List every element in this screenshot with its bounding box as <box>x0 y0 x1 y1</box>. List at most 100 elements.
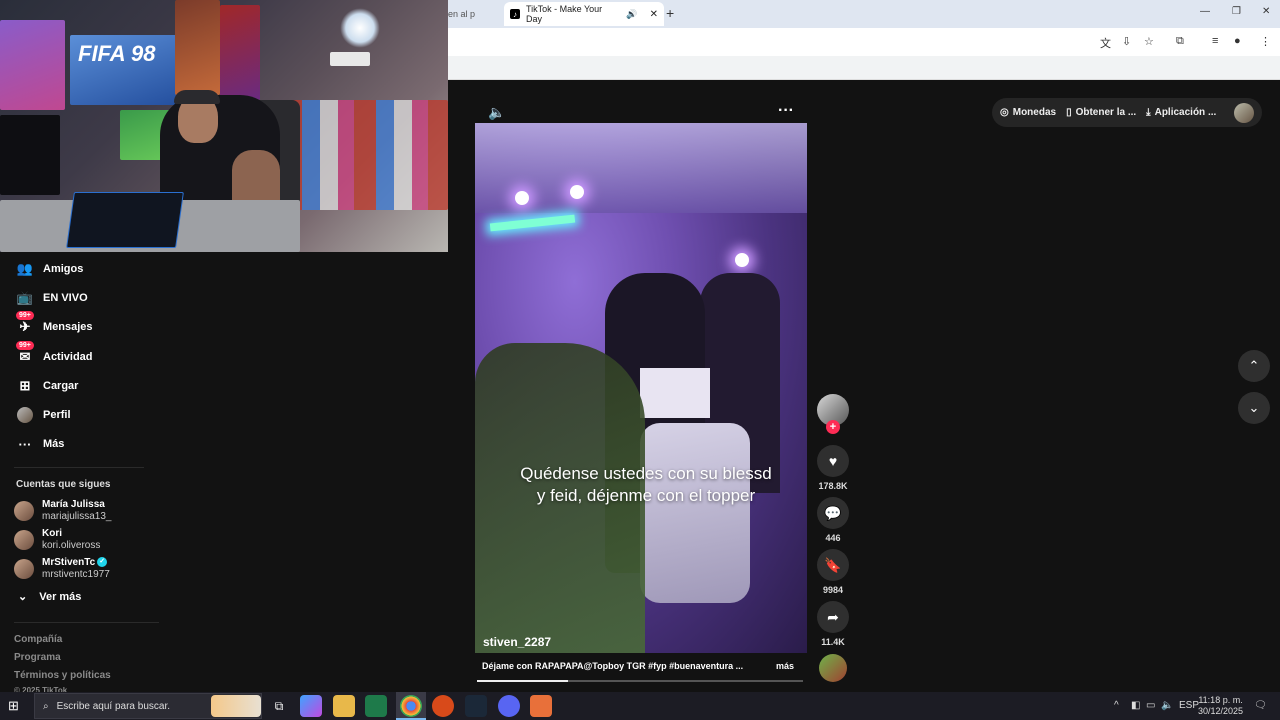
following-account[interactable]: María Julissa mariajulissa13_ <box>14 499 111 522</box>
chevron-down-icon: ⌄ <box>1248 400 1260 415</box>
comment-button[interactable]: 💬 <box>817 497 849 529</box>
tab-tiktok[interactable]: ♪ TikTok - Make Your Day 🔊 ✕ <box>504 2 664 26</box>
volume-icon[interactable]: 🔈 <box>488 104 505 121</box>
avatar <box>14 500 34 521</box>
nav-label: Más <box>43 438 65 450</box>
stage-light <box>515 191 529 205</box>
like-button[interactable]: ♥ <box>817 445 849 477</box>
volume-tray-icon[interactable]: 🔈 <box>1161 700 1173 711</box>
video-player[interactable]: Quédense ustedes con su blessd y feid, d… <box>475 123 807 653</box>
divider <box>14 467 144 468</box>
profile-icon[interactable]: ● <box>1234 35 1241 47</box>
footer-link[interactable]: Términos y políticas <box>14 670 111 681</box>
restore-icon[interactable]: ❐ <box>1232 6 1241 17</box>
task-view-icon[interactable]: ⧉ <box>268 695 290 717</box>
nav-mensajes[interactable]: ✈ 99+ Mensajes <box>16 311 93 338</box>
nav-label: Actividad <box>43 351 93 363</box>
keyboard <box>66 192 184 248</box>
nav-label: Cargar <box>43 380 79 392</box>
chrome-icon[interactable] <box>400 695 422 717</box>
wall-poster <box>220 5 260 100</box>
account-handle: mrstiventc1977 <box>42 569 110 580</box>
nav-en-vivo[interactable]: 📺 EN VIVO <box>16 287 88 309</box>
video-caption: Quédense ustedes con su blessd y feid, d… <box>475 463 807 507</box>
tab-previous[interactable]: en al p <box>448 2 498 26</box>
nav-label: Perfil <box>43 409 71 421</box>
app-download-link[interactable]: ⤓ Aplicación ... <box>1146 107 1216 118</box>
steam-icon[interactable] <box>465 695 487 717</box>
account-handle: mariajulissa13_ <box>42 511 112 522</box>
notifications-icon[interactable]: 🗨 <box>1254 700 1267 711</box>
share-button[interactable]: ➦ <box>817 601 849 633</box>
new-tab-button[interactable]: + <box>666 5 674 21</box>
app-icon[interactable] <box>530 695 552 717</box>
footer-link[interactable]: Programa <box>14 652 61 663</box>
nav-mas[interactable]: ··· Más <box>16 433 65 455</box>
wall-poster <box>0 20 65 110</box>
get-app-link[interactable]: ▯ Obtener la ... <box>1066 107 1136 118</box>
following-account[interactable]: MrStivenTc ✓ mrstiventc1977 <box>14 557 110 580</box>
app-icon[interactable] <box>365 695 387 717</box>
user-avatar[interactable] <box>1234 102 1254 123</box>
messages-badge: 99+ <box>16 311 34 320</box>
profile-avatar <box>16 407 34 424</box>
windows-start-icon[interactable]: ⊞ <box>8 698 19 714</box>
more-options-icon[interactable]: ··· <box>778 102 794 120</box>
taskbar-search[interactable]: ⌕ Escribe aquí para buscar. <box>34 693 262 719</box>
chevron-up-icon: ⌃ <box>1248 358 1260 373</box>
tab-close-icon[interactable]: ✕ <box>650 9 658 20</box>
see-more-button[interactable]: ⌄ Ver más <box>18 590 81 604</box>
download-icon: ⤓ <box>1146 107 1151 118</box>
tray-expand-icon[interactable]: ^ <box>1114 700 1119 711</box>
discord-icon[interactable] <box>498 695 520 717</box>
game-app-icon[interactable] <box>432 695 454 717</box>
copilot-icon[interactable] <box>300 695 322 717</box>
save-button[interactable]: 🔖 <box>817 549 849 581</box>
browser-menu-icon[interactable]: ⋮ <box>1260 35 1271 48</box>
nav-label: EN VIVO <box>43 292 88 304</box>
nav-actividad[interactable]: ✉ 99+ Actividad <box>16 341 93 368</box>
network-icon[interactable]: ▭ <box>1146 700 1155 711</box>
avatar <box>14 558 34 579</box>
extensions-icon[interactable]: ⧉ <box>1176 35 1184 48</box>
bookmark-star-icon[interactable]: ☆ <box>1144 35 1154 48</box>
file-explorer-icon[interactable] <box>333 695 355 717</box>
taskbar-clock[interactable]: 11:18 p. m. 30/12/2025 <box>1198 695 1243 717</box>
nav-amigos[interactable]: 👥 Amigos <box>16 258 83 280</box>
previous-video-button[interactable]: ⌃ <box>1238 350 1270 382</box>
window-close-icon[interactable]: ✕ <box>1262 6 1270 17</box>
coins-link[interactable]: ◎ Monedas <box>1000 107 1056 118</box>
nav-perfil[interactable]: Perfil <box>16 404 71 426</box>
translate-icon[interactable]: 文 <box>1100 35 1111 51</box>
account-name: María Julissa <box>42 499 105 510</box>
language-indicator[interactable]: ESP <box>1179 700 1199 711</box>
video-description: Déjame con RAPAPAPA@Topboy TGR #fyp #bue… <box>482 661 744 671</box>
footer-link[interactable]: Compañía <box>14 634 62 645</box>
bookmarks-bar <box>448 56 1280 80</box>
video-username[interactable]: stiven_2287 <box>483 635 551 649</box>
description-more-link[interactable]: más <box>776 661 794 671</box>
heart-icon: ♥ <box>828 453 838 469</box>
account-handle: kori.oliveross <box>42 540 101 551</box>
webcam-overlay: FIFA 98 <box>0 0 448 252</box>
activity-icon: ✉ 99+ <box>16 341 34 365</box>
bookmark-icon: 🔖 <box>824 556 842 573</box>
comment-count: 446 <box>825 533 841 543</box>
tab-audio-icon[interactable]: 🔊 <box>626 9 637 20</box>
follow-plus-icon[interactable]: + <box>826 420 840 434</box>
following-account[interactable]: Kori kori.oliveross <box>14 528 100 551</box>
phone-icon: ▯ <box>1066 107 1072 118</box>
caption-line: y feid, déjenme con el topper <box>536 486 756 505</box>
nav-cargar[interactable]: ⊞ Cargar <box>16 375 79 397</box>
next-video-button[interactable]: ⌄ <box>1238 392 1270 424</box>
get-label: Obtener la ... <box>1075 107 1137 118</box>
minimize-icon[interactable]: — <box>1200 6 1210 17</box>
tray-icon[interactable]: ◧ <box>1131 700 1140 711</box>
clock-time: 11:18 p. m. <box>1198 695 1243 705</box>
install-app-icon[interactable]: ⇩ <box>1122 35 1131 48</box>
messages-icon: ✈ 99+ <box>16 311 34 335</box>
music-disc-avatar[interactable] <box>819 654 847 682</box>
search-icon: ⌕ <box>43 700 49 712</box>
like-count: 178.8K <box>818 481 848 491</box>
media-control-icon[interactable]: ≡ <box>1212 35 1218 47</box>
